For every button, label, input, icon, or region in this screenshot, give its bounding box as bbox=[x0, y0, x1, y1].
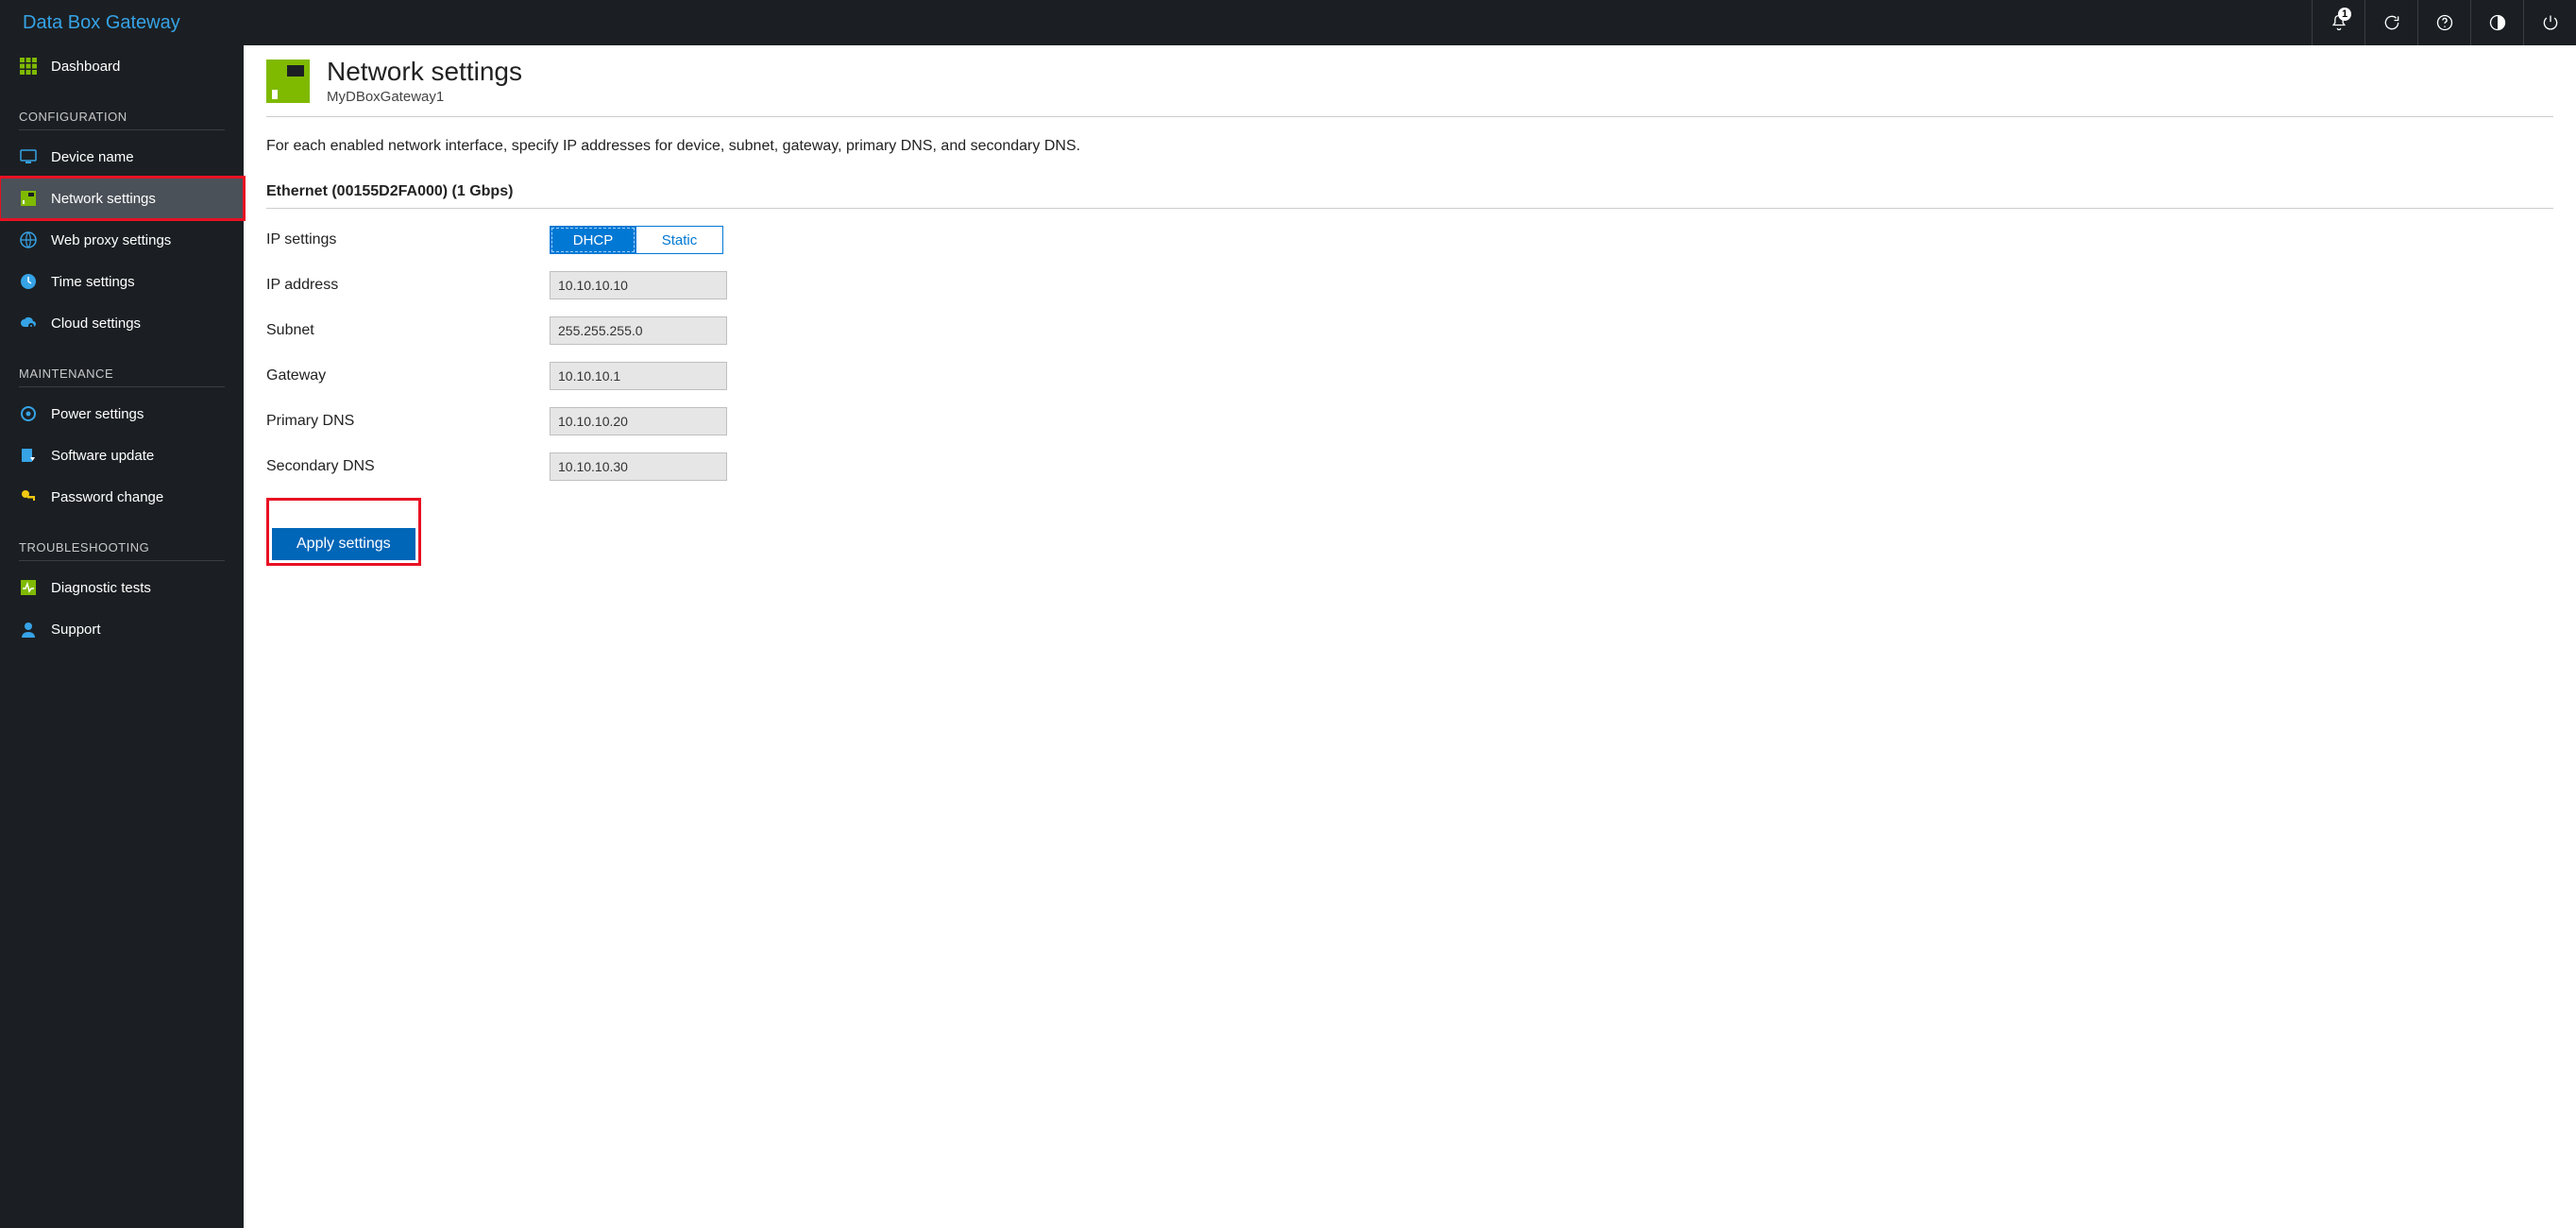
sidebar-section-maintenance: MAINTENANCE bbox=[0, 344, 244, 393]
sidebar-item-device-name[interactable]: Device name bbox=[0, 136, 244, 178]
subnet-input[interactable] bbox=[550, 316, 727, 345]
main-content: Network settings MyDBoxGateway1 For each… bbox=[244, 45, 2576, 1228]
notification-badge: 1 bbox=[2338, 8, 2351, 21]
cloud-gear-icon bbox=[19, 314, 38, 333]
pulse-icon bbox=[19, 578, 38, 597]
page-subtitle: MyDBoxGateway1 bbox=[327, 89, 522, 105]
sidebar-item-label: Power settings bbox=[51, 406, 144, 422]
sidebar-item-time-settings[interactable]: Time settings bbox=[0, 261, 244, 302]
dashboard-icon bbox=[19, 57, 38, 76]
sidebar-item-power-settings[interactable]: Power settings bbox=[0, 393, 244, 435]
gateway-label: Gateway bbox=[266, 367, 550, 384]
static-toggle[interactable]: Static bbox=[636, 226, 723, 254]
sidebar-item-password-change[interactable]: Password change bbox=[0, 476, 244, 518]
page-header: Network settings MyDBoxGateway1 bbox=[266, 57, 2553, 117]
dhcp-toggle[interactable]: DHCP bbox=[550, 226, 636, 254]
secondary-dns-label: Secondary DNS bbox=[266, 458, 550, 475]
network-icon bbox=[19, 189, 38, 208]
sidebar-item-label: Support bbox=[51, 622, 101, 638]
sidebar-item-label: Time settings bbox=[51, 274, 135, 290]
subnet-label: Subnet bbox=[266, 322, 550, 339]
contrast-button[interactable] bbox=[2470, 0, 2523, 45]
sidebar-item-support[interactable]: Support bbox=[0, 608, 244, 650]
help-button[interactable] bbox=[2417, 0, 2470, 45]
sidebar-item-label: Network settings bbox=[51, 191, 156, 207]
contrast-icon bbox=[2488, 13, 2507, 32]
brand-title[interactable]: Data Box Gateway bbox=[23, 12, 180, 34]
sidebar-item-web-proxy[interactable]: Web proxy settings bbox=[0, 219, 244, 261]
gateway-input[interactable] bbox=[550, 362, 727, 390]
sidebar-item-label: Web proxy settings bbox=[51, 232, 171, 248]
topbar-actions: 1 bbox=[2312, 0, 2576, 45]
sidebar-item-label: Software update bbox=[51, 448, 154, 464]
refresh-button[interactable] bbox=[2364, 0, 2417, 45]
sidebar-item-network-settings[interactable]: Network settings bbox=[0, 178, 244, 219]
ip-settings-toggle: DHCP Static bbox=[550, 226, 723, 254]
power-icon bbox=[2541, 13, 2560, 32]
sidebar-item-label: Cloud settings bbox=[51, 316, 141, 332]
clock-icon bbox=[19, 272, 38, 291]
network-settings-icon bbox=[266, 60, 310, 103]
sidebar-item-software-update[interactable]: Software update bbox=[0, 435, 244, 476]
ip-address-label: IP address bbox=[266, 277, 550, 294]
ip-settings-label: IP settings bbox=[266, 231, 550, 248]
sidebar-item-dashboard[interactable]: Dashboard bbox=[0, 45, 244, 87]
sidebar-section-troubleshooting: TROUBLESHOOTING bbox=[0, 518, 244, 567]
ip-address-input[interactable] bbox=[550, 271, 727, 299]
sidebar-item-label: Diagnostic tests bbox=[51, 580, 151, 596]
refresh-icon bbox=[2382, 13, 2401, 32]
sidebar-item-cloud-settings[interactable]: Cloud settings bbox=[0, 302, 244, 344]
sidebar-item-label: Dashboard bbox=[51, 59, 120, 75]
monitor-icon bbox=[19, 147, 38, 166]
sidebar-section-configuration: CONFIGURATION bbox=[0, 87, 244, 136]
intro-text: For each enabled network interface, spec… bbox=[266, 138, 2553, 155]
page-title: Network settings bbox=[327, 57, 522, 87]
power-button[interactable] bbox=[2523, 0, 2576, 45]
interface-section-title: Ethernet (00155D2FA000) (1 Gbps) bbox=[266, 183, 2553, 209]
sidebar-item-label: Password change bbox=[51, 489, 163, 505]
gear-icon bbox=[19, 404, 38, 423]
apply-settings-button[interactable]: Apply settings bbox=[272, 528, 415, 560]
sidebar: Dashboard CONFIGURATION Device name Netw… bbox=[0, 45, 244, 1228]
sidebar-item-label: Device name bbox=[51, 149, 134, 165]
primary-dns-input[interactable] bbox=[550, 407, 727, 435]
notifications-button[interactable]: 1 bbox=[2312, 0, 2364, 45]
help-icon bbox=[2435, 13, 2454, 32]
sidebar-item-diagnostic-tests[interactable]: Diagnostic tests bbox=[0, 567, 244, 608]
key-icon bbox=[19, 487, 38, 506]
primary-dns-label: Primary DNS bbox=[266, 413, 550, 430]
apply-highlight: Apply settings bbox=[266, 498, 421, 566]
globe-icon bbox=[19, 230, 38, 249]
person-icon bbox=[19, 620, 38, 639]
topbar: Data Box Gateway 1 bbox=[0, 0, 2576, 45]
secondary-dns-input[interactable] bbox=[550, 452, 727, 481]
update-icon bbox=[19, 446, 38, 465]
